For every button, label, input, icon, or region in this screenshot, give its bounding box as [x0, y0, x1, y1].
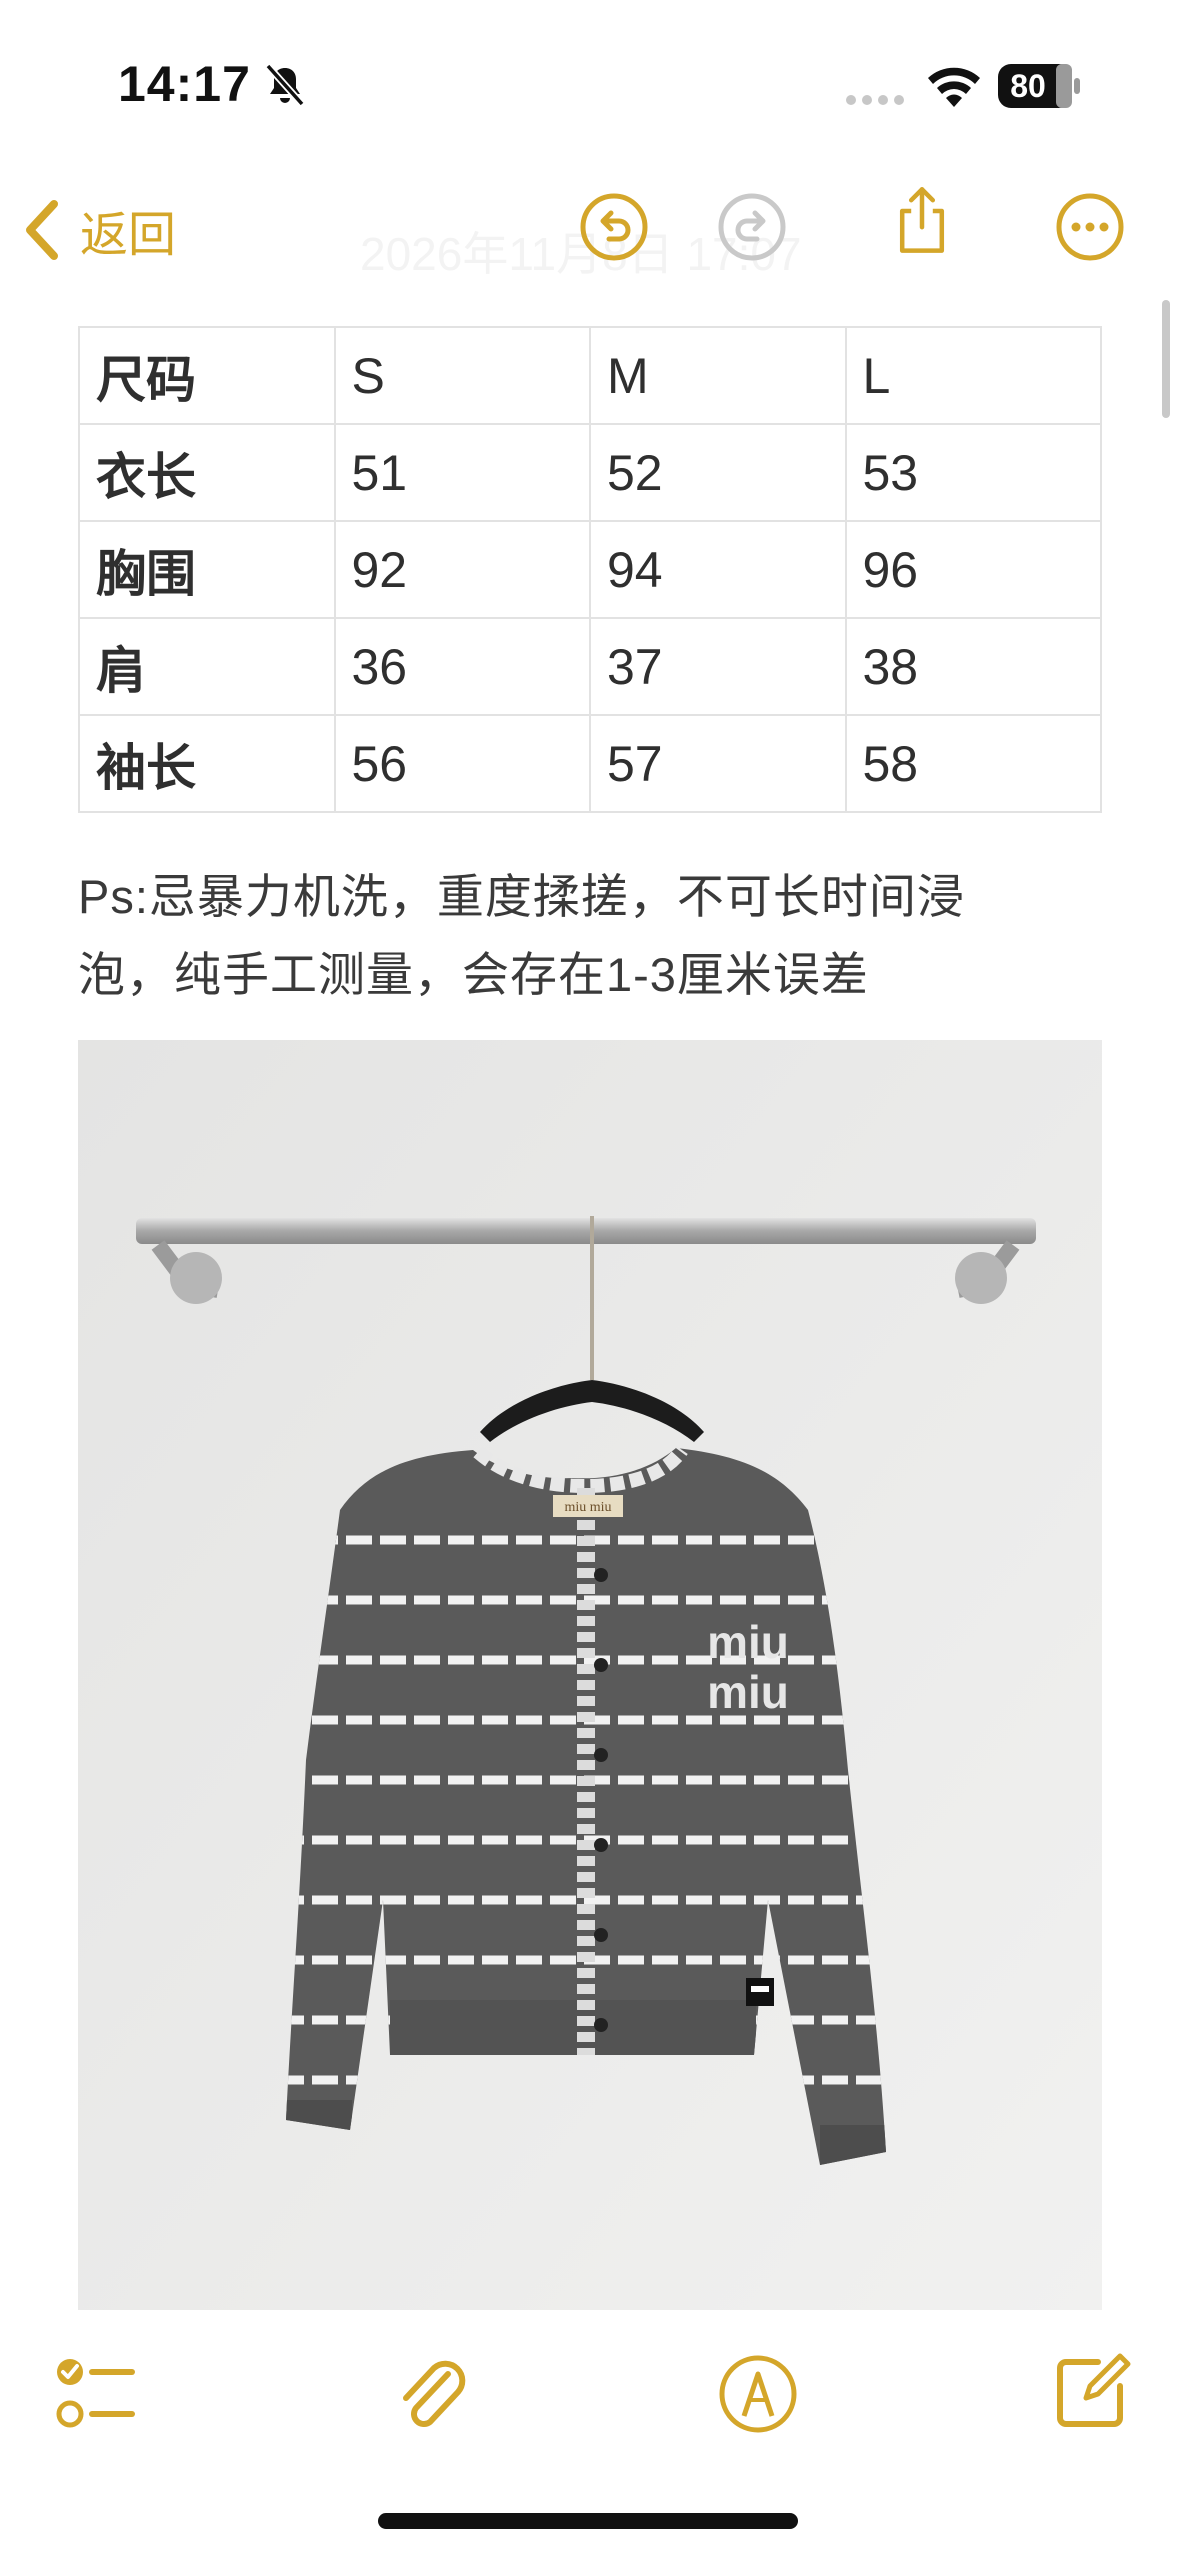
table-cell: 96	[844, 520, 1102, 619]
signal-dots-icon	[846, 95, 904, 105]
table-cell: M	[589, 326, 847, 425]
chest-logo-line2: miu	[707, 1666, 789, 1718]
battery-level: 80	[1010, 68, 1046, 104]
table-cell: 92	[333, 520, 591, 619]
table-cell: 94	[589, 520, 847, 619]
compose-icon[interactable]	[1050, 2348, 1134, 2432]
wifi-icon	[928, 67, 980, 107]
table-cell: S	[333, 326, 591, 425]
checklist-icon[interactable]	[54, 2352, 138, 2436]
table-cell: 56	[333, 714, 591, 813]
size-table: 尺码 S M L 衣长 51 52 53 胸围 92 94 96 肩 36 37…	[78, 326, 1102, 813]
table-cell: 53	[844, 423, 1102, 522]
redo-icon[interactable]	[716, 191, 788, 263]
table-cell: 52	[589, 423, 847, 522]
share-icon[interactable]	[886, 184, 958, 256]
table-cell: 衣长	[78, 423, 336, 522]
table-cell: 51	[333, 423, 591, 522]
table-cell: 肩	[78, 617, 336, 716]
status-time: 14:17	[118, 56, 251, 112]
table-cell: 胸围	[78, 520, 336, 619]
table-cell: 38	[844, 617, 1102, 716]
more-icon[interactable]	[1054, 191, 1126, 263]
markup-icon[interactable]	[716, 2352, 800, 2436]
note-line: 泡，纯手工测量，会存在1-3厘米误差	[78, 948, 869, 1001]
table-cell: L	[844, 326, 1102, 425]
bell-slash-icon	[265, 63, 305, 107]
table-cell: 尺码	[78, 326, 336, 425]
table-row: 肩 36 37 38	[78, 617, 1102, 716]
table-cell: 37	[589, 617, 847, 716]
back-button[interactable]: 返回	[22, 190, 176, 270]
back-label: 返回	[80, 209, 177, 262]
chevron-left-icon	[26, 200, 58, 260]
undo-icon[interactable]	[578, 191, 650, 263]
note-line: Ps:忌暴力机洗，重度揉搓，不可长时间浸	[78, 870, 965, 923]
table-row: 袖长 56 57 58	[78, 714, 1102, 813]
table-row: 衣长 51 52 53	[78, 423, 1102, 522]
chest-logo-line1: miu	[707, 1616, 789, 1668]
home-indicator[interactable]	[378, 2513, 798, 2529]
product-photo[interactable]: miu miu miu miu	[78, 1040, 1102, 2310]
table-cell: 36	[333, 617, 591, 716]
note-text: Ps:忌暴力机洗，重度揉搓，不可长时间浸 泡，纯手工测量，会存在1-3厘米误差	[78, 858, 1108, 1014]
table-header-row: 尺码 S M L	[78, 326, 1102, 425]
table-cell: 57	[589, 714, 847, 813]
paperclip-icon[interactable]	[388, 2352, 472, 2436]
neck-label-text: miu miu	[564, 1500, 611, 1515]
sweater-illustration: miu miu miu miu	[78, 1040, 1102, 2310]
table-cell: 58	[844, 714, 1102, 813]
scroll-indicator[interactable]	[1162, 300, 1170, 418]
battery-icon: 80	[998, 64, 1080, 108]
table-cell: 袖长	[78, 714, 336, 813]
table-row: 胸围 92 94 96	[78, 520, 1102, 619]
